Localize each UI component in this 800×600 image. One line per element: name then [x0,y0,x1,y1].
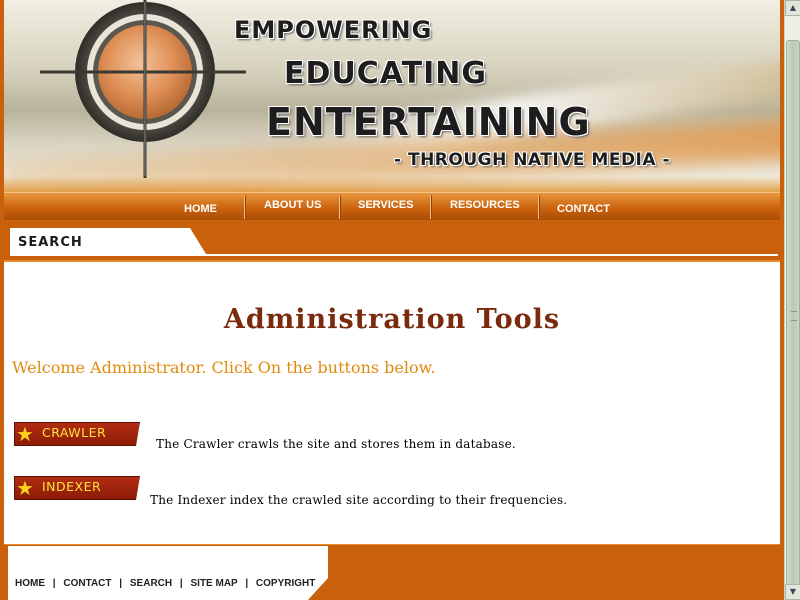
nav-contact[interactable]: CONTACT [557,203,610,215]
nav-resources[interactable]: RESOURCES [450,199,520,211]
footer: HOME | CONTACT | SEARCH | SITE MAP | COP… [4,546,780,600]
footer-nav: HOME | CONTACT | SEARCH | SITE MAP | COP… [15,578,316,589]
star-icon: ★ [16,476,34,500]
slogan-line-1: EMPOWERING [234,16,433,44]
search-tab[interactable]: SEARCH [10,228,206,254]
crosshair-target-icon [40,0,246,178]
crawler-description: The Crawler crawls the site and stores t… [156,437,516,451]
slogan-tagline: - THROUGH NATIVE MEDIA - [394,150,671,170]
crawler-button-label: CRAWLER [42,425,107,440]
nav-about-us[interactable]: ABOUT US [264,199,321,211]
slogan-line-3: ENTERTAINING [266,100,591,144]
crawler-button[interactable]: ★ CRAWLER [14,422,140,448]
indexer-button[interactable]: ★ INDEXER [14,476,140,502]
main-nav: HOME ABOUT US SERVICES RESOURCES CONTACT [4,192,780,220]
page-title: Administration Tools [223,304,561,335]
footer-link-search[interactable]: SEARCH [130,578,172,589]
star-icon: ★ [16,422,34,446]
footer-link-site-map[interactable]: SITE MAP [191,578,238,589]
header-banner: EMPOWERING EDUCATING ENTERTAINING - THRO… [4,0,780,200]
indexer-button-label: INDEXER [42,479,102,494]
scroll-up-icon[interactable]: ▲ [785,0,800,16]
vertical-scrollbar[interactable]: ▲ ▼ [784,0,800,600]
footer-link-copyright[interactable]: COPYRIGHT [256,578,315,589]
slogan-line-2: EDUCATING [284,56,488,91]
indexer-description: The Indexer index the crawled site accor… [150,493,568,507]
nav-services[interactable]: SERVICES [358,199,413,211]
search-tab-label: SEARCH [18,235,83,250]
search-bar: SEARCH [4,220,780,258]
scroll-down-icon[interactable]: ▼ [785,584,800,600]
nav-home[interactable]: HOME [184,203,217,215]
footer-link-contact[interactable]: CONTACT [63,578,111,589]
scrollbar-thumb[interactable] [786,40,800,588]
welcome-message: Welcome Administrator. Click On the butt… [12,358,436,377]
main-content: Administration Tools Welcome Administrat… [4,260,780,545]
footer-link-home[interactable]: HOME [15,578,45,589]
